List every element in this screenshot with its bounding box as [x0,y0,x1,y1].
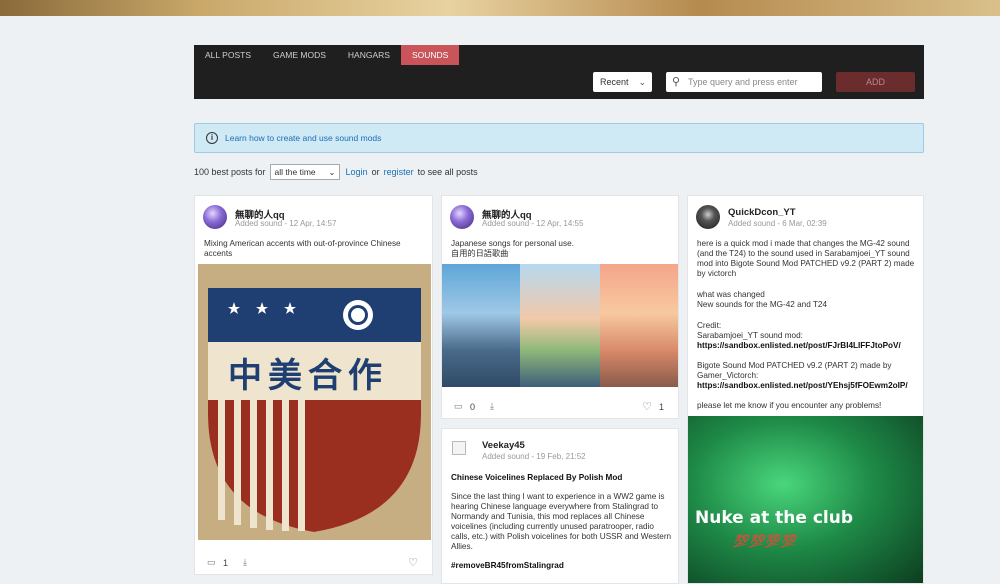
post-card[interactable]: QuickDcon_YT Added sound - 6 Mar, 02:39 … [687,195,924,584]
post-text-line: what was changed [697,290,765,299]
post-tag: #removeBR45fromStalingrad [451,561,671,571]
post-link[interactable]: https://sandbox.enlisted.net/post/YEhsj5… [697,381,919,391]
filter-suffix: to see all posts [417,167,478,177]
post-text-line: Japanese songs for personal use. [451,239,574,248]
info-link[interactable]: Learn how to create and use sound mods [225,133,381,143]
tab-hangars[interactable]: HANGARS [337,45,401,65]
post-image[interactable]: Nuke at the club 💯💯💯💯 [688,416,923,583]
post-tag-text: #removeBR45fromStalingrad [451,561,564,570]
filter-prefix: 100 best posts for [194,167,266,177]
post-meta: Added sound - 6 Mar, 02:39 [728,219,827,228]
post-text-line: Bigote Sound Mod PATCHED v9.2 (PART 2) m… [697,361,892,380]
add-button[interactable]: ADD [836,72,915,92]
tab-all-posts[interactable]: ALL POSTS [194,45,262,65]
post-link[interactable]: https://sandbox.enlisted.net/post/FJrBI4… [697,341,919,351]
image-panel [442,264,520,387]
post-text: Japanese songs for personal use. 自用的日語歌曲 [451,239,666,259]
avatar[interactable] [452,441,466,455]
comment-count: 0 [470,402,476,412]
tab-sounds[interactable]: SOUNDS [400,45,460,65]
post-meta: Added sound - 12 Apr, 14:57 [235,219,337,228]
filter-bar: 100 best posts for all the time ⌄ Login … [194,164,482,180]
image-caption: 中美合作 [228,356,388,396]
post-footer: ▭ 1 ⤓ ♡ [195,553,432,573]
post-author[interactable]: QuickDcon_YT [728,207,796,218]
post-link-text: https://sandbox.enlisted.net/post/FJrBI4… [697,341,901,350]
comment-count: 1 [223,558,229,568]
download-icon[interactable]: ⤓ [490,401,494,412]
post-text-line: New sounds for the MG-42 and T24 [697,300,828,309]
post-text: Mixing American accents with out-of-prov… [204,239,401,258]
flag-illustration [198,264,431,540]
period-select[interactable]: all the time ⌄ [269,164,340,180]
period-value: all the time [274,167,316,177]
info-banner: i Learn how to create and use sound mods [194,123,924,153]
post-title: Chinese Voicelines Replaced By Polish Mo… [451,473,671,483]
sort-value: Recent [600,77,629,87]
comment-icon[interactable]: ▭ [207,557,216,568]
tab-bar: ALL POSTS GAME MODS HANGARS SOUNDS [194,45,460,65]
heart-icon[interactable]: ♡ [408,556,418,569]
post-text: Bigote Sound Mod PATCHED v9.2 (PART 2) m… [697,361,919,391]
post-author[interactable]: Veekay45 [482,440,525,451]
filter-or: or [371,167,380,177]
download-icon[interactable]: ⤓ [243,557,247,568]
post-text-line: Credit: [697,321,722,330]
post-text: Credit: Sarabamjoei_YT sound mod: https:… [697,321,919,351]
like-count: 1 [658,402,664,412]
top-nav: ALL POSTS GAME MODS HANGARS SOUNDS Recen… [194,45,924,99]
search-placeholder: Type query and press enter [688,77,798,87]
post-card[interactable]: Veekay45 Added sound - 19 Feb, 21:52 Chi… [441,428,679,584]
post-card[interactable]: 無聊的人qq Added sound - 12 Apr, 14:57 Mixin… [194,195,433,575]
post-text: please let me know if you encounter any … [697,401,882,410]
post-meta: Added sound - 19 Feb, 21:52 [482,452,586,461]
image-caption: Nuke at the club [695,508,853,528]
post-text: here is a quick mod i made that changes … [697,239,915,278]
post-image[interactable] [442,264,678,387]
post-link-text: https://sandbox.enlisted.net/post/YEhsj5… [697,381,908,390]
post-text-line: 自用的日語歌曲 [451,249,509,258]
post-footer: ▭ 0 ⤓ ♡ 1 [442,397,678,417]
comment-icon[interactable]: ▭ [454,401,463,412]
heart-icon[interactable]: ♡ [642,400,652,413]
avatar[interactable] [696,205,720,229]
image-panel [520,264,600,387]
search-icon: ⚲ [672,76,681,88]
post-text: Since the last thing I want to experienc… [451,492,672,551]
post-image[interactable]: 中美合作 [198,264,431,540]
tab-game-mods[interactable]: GAME MODS [262,45,337,65]
info-icon: i [206,132,218,144]
avatar[interactable] [203,205,227,229]
header-banner [0,0,1000,16]
image-subcaption: 💯💯💯💯 [733,534,797,548]
post-card[interactable]: 無聊的人qq Added sound - 12 Apr, 14:55 Japan… [441,195,679,419]
chevron-down-icon: ⌄ [328,167,336,177]
avatar[interactable] [450,205,474,229]
sort-select[interactable]: Recent ⌄ [593,72,652,92]
register-link[interactable]: register [384,167,414,177]
post-meta: Added sound - 12 Apr, 14:55 [482,219,584,228]
post-title-text: Chinese Voicelines Replaced By Polish Mo… [451,473,623,482]
chevron-down-icon: ⌄ [638,77,646,87]
post-text-line: Sarabamjoei_YT sound mod: [697,331,803,340]
login-link[interactable]: Login [346,167,368,177]
search-input[interactable]: ⚲ Type query and press enter [666,72,822,92]
post-text: what was changed New sounds for the MG-4… [697,290,919,310]
image-panel [600,264,678,387]
